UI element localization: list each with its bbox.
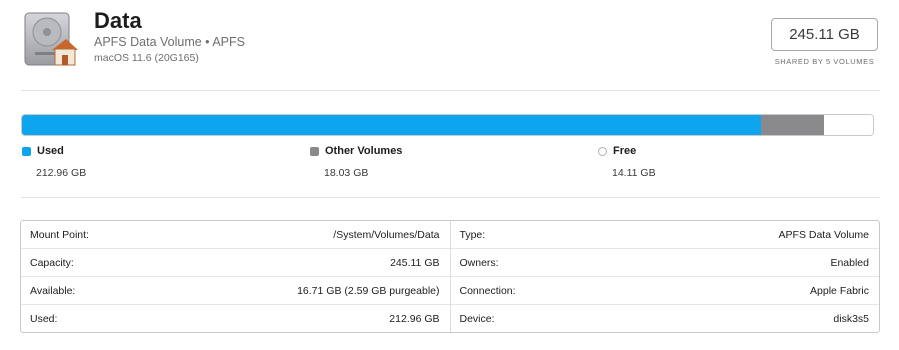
info-value: 16.71 GB (2.59 GB purgeable) [297, 284, 440, 297]
info-label: Connection: [459, 284, 516, 297]
info-label: Device: [459, 313, 495, 325]
info-column-left: Mount Point: /System/Volumes/Data Capaci… [21, 221, 451, 332]
legend-divider [21, 197, 880, 198]
info-row-mount-point: Mount Point: /System/Volumes/Data [21, 221, 450, 249]
info-label: Owners: [459, 256, 499, 269]
legend-value: 18.03 GB [324, 167, 369, 179]
info-row-capacity: Capacity: 245.11 GB [21, 249, 450, 277]
os-version: macOS 11.6 (20G165) [94, 52, 199, 64]
other-volumes-segment [761, 115, 824, 135]
legend-value: 14.11 GB [612, 167, 656, 179]
info-label: Capacity: [30, 256, 74, 269]
other-volumes-swatch [310, 146, 319, 156]
info-value: Apple Fabric [810, 284, 869, 297]
legend-label: Used [37, 145, 64, 157]
info-row-used: Used: 212.96 GB [21, 305, 450, 333]
capacity-display: 245.11 GB [771, 18, 878, 51]
legend-label: Other Volumes [325, 145, 403, 157]
storage-usage-bar [21, 114, 874, 136]
info-label: Available: [30, 284, 76, 297]
info-value: Enabled [830, 256, 869, 269]
info-value: APFS Data Volume [778, 228, 869, 241]
free-swatch [598, 146, 607, 156]
info-row-type: Type: APFS Data Volume [450, 221, 879, 249]
free-segment [823, 115, 873, 135]
legend-used: Used 212.96 GB [22, 145, 86, 179]
used-segment [22, 115, 762, 135]
info-label: Used: [30, 313, 58, 325]
volume-name: Data [94, 8, 142, 33]
header-divider [21, 90, 880, 91]
info-label: Type: [459, 228, 486, 241]
info-label: Mount Point: [30, 228, 89, 241]
info-row-connection: Connection: Apple Fabric [450, 277, 879, 305]
legend-label: Free [613, 145, 637, 157]
info-column-right: Type: APFS Data Volume Owners: Enabled C… [450, 221, 880, 333]
legend-free: Free 14.11 GB [598, 145, 656, 179]
info-value: /System/Volumes/Data [333, 228, 440, 241]
info-row-available: Available: 16.71 GB (2.59 GB purgeable) [21, 277, 450, 305]
legend-value: 212.96 GB [36, 167, 87, 179]
volume-type-subtitle: APFS Data Volume • APFS [94, 35, 245, 49]
info-row-owners: Owners: Enabled [450, 249, 879, 277]
hard-drive-home-icon [22, 12, 78, 68]
info-value: disk3s5 [833, 313, 869, 325]
info-value: 212.96 GB [389, 313, 440, 325]
volume-header: Data APFS Data Volume • APFS macOS 11.6 … [0, 0, 899, 90]
used-swatch [22, 146, 31, 156]
shared-volumes-label: SHARED BY 5 VOLUMES [774, 57, 875, 66]
info-value: 245.11 GB [390, 256, 440, 269]
legend-other-volumes: Other Volumes 18.03 GB [310, 145, 402, 179]
info-row-device: Device: disk3s5 [451, 305, 880, 333]
volume-info-table: Mount Point: /System/Volumes/Data Capaci… [20, 220, 880, 333]
